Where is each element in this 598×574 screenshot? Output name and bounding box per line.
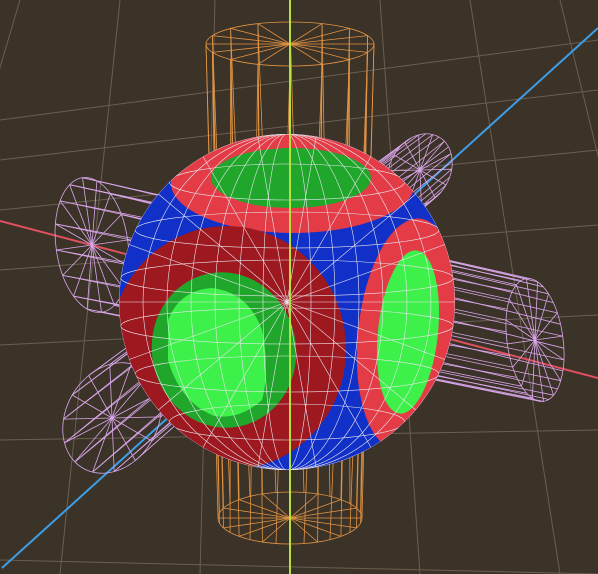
3d-viewport[interactable]	[0, 0, 598, 574]
viewport-canvas[interactable]	[0, 0, 598, 574]
